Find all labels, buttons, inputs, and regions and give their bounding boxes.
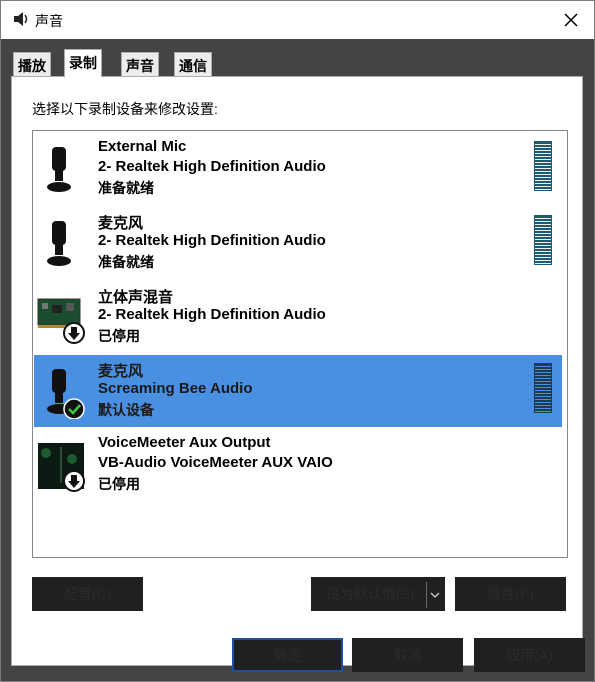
level-meter bbox=[534, 215, 552, 265]
device-list[interactable]: External Mic 2- Realtek High Definition … bbox=[32, 130, 568, 558]
apply-label: 应用(A) bbox=[506, 647, 553, 663]
device-status: 已停用 bbox=[98, 476, 140, 492]
tab-recording[interactable]: 录制 bbox=[64, 49, 102, 77]
level-meter bbox=[534, 141, 552, 191]
chevron-down-icon[interactable] bbox=[430, 592, 440, 598]
tab-label: 通信 bbox=[179, 58, 207, 74]
properties-button[interactable]: 属性(P) bbox=[455, 577, 566, 611]
microphone-icon bbox=[47, 221, 71, 266]
tab-playback[interactable]: 播放 bbox=[13, 52, 51, 76]
voicemeeter-icon bbox=[38, 443, 85, 492]
cancel-button[interactable]: 取消 bbox=[352, 638, 463, 672]
window-title: 声音 bbox=[35, 13, 63, 29]
tab-label: 录制 bbox=[69, 55, 97, 71]
device-status: 已停用 bbox=[98, 328, 140, 344]
list-item[interactable]: 立体声混音 2- Realtek High Definition Audio 已… bbox=[34, 281, 562, 353]
ok-button[interactable]: 确定 bbox=[232, 638, 343, 672]
list-item[interactable]: 麦克风 2- Realtek High Definition Audio 准备就… bbox=[34, 207, 562, 279]
split-divider bbox=[426, 582, 427, 608]
tab-sounds[interactable]: 声音 bbox=[121, 52, 159, 76]
close-icon bbox=[564, 13, 578, 27]
set-default-label: 设为默认值(S) bbox=[325, 586, 415, 602]
dialog-body: 播放 录制 声音 通信 选择以下录制设备来修改设置: External Mic … bbox=[1, 39, 594, 681]
tab-label: 声音 bbox=[126, 58, 154, 74]
device-driver: VB-Audio VoiceMeeter AUX VAIO bbox=[98, 454, 333, 471]
instruction-text: 选择以下录制设备来修改设置: bbox=[32, 101, 218, 117]
device-status: 准备就绪 bbox=[98, 254, 154, 270]
configure-label: 配置(C) bbox=[63, 586, 112, 602]
ok-label: 确定 bbox=[273, 647, 302, 663]
device-status: 准备就绪 bbox=[98, 180, 154, 196]
level-meter bbox=[534, 363, 552, 413]
cancel-label: 取消 bbox=[393, 647, 422, 663]
configure-button[interactable]: 配置(C) bbox=[32, 577, 143, 611]
tab-communications[interactable]: 通信 bbox=[174, 52, 212, 76]
microphone-icon bbox=[47, 369, 85, 419]
apply-button[interactable]: 应用(A) bbox=[474, 638, 585, 672]
recording-panel: 选择以下录制设备来修改设置: External Mic 2- Realtek H… bbox=[11, 76, 583, 666]
device-name: External Mic bbox=[98, 138, 187, 155]
device-name: 麦克风 bbox=[98, 215, 144, 232]
microphone-icon bbox=[47, 147, 71, 192]
list-item[interactable]: External Mic 2- Realtek High Definition … bbox=[34, 133, 562, 205]
device-status: 默认设备 bbox=[98, 402, 154, 418]
close-button[interactable] bbox=[548, 1, 594, 39]
speaker-app-icon bbox=[14, 12, 28, 26]
title-bar: 声音 bbox=[1, 1, 594, 39]
device-name: VoiceMeeter Aux Output bbox=[98, 434, 271, 451]
sound-card-icon bbox=[37, 298, 85, 344]
device-name: 麦克风 bbox=[98, 363, 144, 380]
device-driver: Screaming Bee Audio bbox=[98, 380, 253, 397]
set-default-button[interactable]: 设为默认值(S) bbox=[311, 577, 445, 611]
device-driver: 2- Realtek High Definition Audio bbox=[98, 232, 326, 249]
tab-label: 播放 bbox=[18, 58, 46, 74]
device-name: 立体声混音 bbox=[98, 289, 174, 306]
properties-label: 属性(P) bbox=[487, 586, 534, 602]
device-driver: 2- Realtek High Definition Audio bbox=[98, 158, 326, 175]
device-driver: 2- Realtek High Definition Audio bbox=[98, 306, 326, 323]
list-item[interactable]: VoiceMeeter Aux Output VB-Audio VoiceMee… bbox=[34, 429, 562, 501]
list-item[interactable]: 麦克风 Screaming Bee Audio 默认设备 bbox=[34, 355, 562, 427]
